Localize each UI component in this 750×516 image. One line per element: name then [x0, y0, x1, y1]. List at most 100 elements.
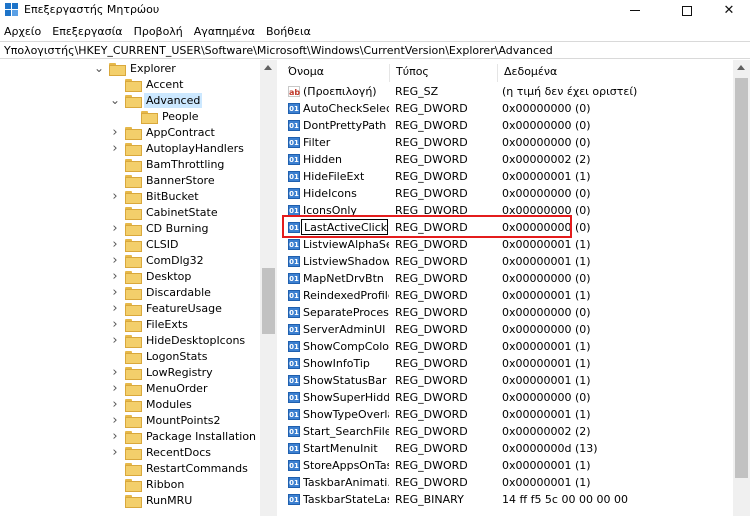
chevron-down-icon[interactable]: ⌄ [110, 92, 120, 108]
tree-item[interactable]: LogonStats [110, 348, 209, 364]
value-name: ShowInfoTip [303, 357, 370, 370]
tree-item[interactable]: › LowRegistry [110, 364, 215, 380]
menu-favorites[interactable]: Αγαπημένα [190, 22, 260, 41]
address-bar[interactable]: Υπολογιστής\HKEY_CURRENT_USER\Software\M… [0, 41, 750, 59]
menu-file[interactable]: Αρχείο [0, 22, 46, 41]
minimize-button[interactable] [612, 0, 658, 21]
tree-item-label: ComDlg32 [146, 253, 204, 267]
tree-item[interactable]: › ComDlg32 [110, 252, 206, 268]
tree-item[interactable]: BannerStore [110, 172, 217, 188]
chevron-down-icon[interactable]: ⌄ [94, 60, 104, 76]
value-data: 0x0000000d (13) [502, 442, 598, 455]
value-row[interactable]: 01 HideFileExt REG_DWORD 0x00000001 (1) [282, 168, 750, 185]
tree-scrollbar-thumb[interactable] [262, 268, 275, 334]
value-row[interactable]: 01 ShowCompColor REG_DWORD 0x00000001 (1) [282, 338, 750, 355]
value-row[interactable]: ab (Προεπιλογή) REG_SZ (η τιμή δεν έχει ορι… [282, 83, 750, 100]
tree-item[interactable]: CabinetState [110, 204, 220, 220]
menu-edit[interactable]: Επεξεργασία [48, 22, 127, 41]
chevron-right-icon[interactable]: › [110, 412, 120, 428]
tree-item[interactable]: › Discardable [110, 284, 213, 300]
chevron-right-icon[interactable]: › [110, 364, 120, 380]
chevron-right-icon[interactable]: › [110, 236, 120, 252]
chevron-right-icon[interactable]: › [110, 284, 120, 300]
value-row[interactable]: 01 AutoCheckSelect REG_DWORD 0x00000000 (0) [282, 100, 750, 117]
tree-item[interactable]: ⌄ Explorer [94, 60, 178, 76]
tree-item[interactable]: › CD Burning [110, 220, 210, 236]
value-row[interactable]: 01 HideIcons REG_DWORD 0x00000000 (0) [282, 185, 750, 202]
tree-item[interactable]: RestartCommands [110, 460, 250, 476]
registry-tree: ⌄ Explorer Accent ⌄ Advanced People › AppContra… [0, 60, 277, 516]
tree-item[interactable]: Accent [110, 76, 185, 92]
value-row[interactable]: 01 ShowStatusBar REG_DWORD 0x00000001 (1) [282, 372, 750, 389]
tree-item[interactable]: › AutoplayHandlers [110, 140, 246, 156]
tree-item[interactable]: › Package Installation [110, 428, 258, 444]
chevron-right-icon[interactable]: › [110, 396, 120, 412]
tree-item[interactable]: People [126, 108, 201, 124]
column-header-name[interactable]: Όνομα [282, 64, 390, 82]
tree-item-label: RecentDocs [146, 445, 211, 459]
tree-item-label: FileExts [146, 317, 188, 331]
chevron-right-icon[interactable]: › [110, 220, 120, 236]
menu-help[interactable]: Βοήθεια [262, 22, 316, 41]
value-row[interactable]: 01StoreAppsOnTas... REG_DWORD 0x00000001 (… [282, 457, 750, 474]
value-row[interactable]: 01 ServerAdminUI REG_DWORD 0x00000000 (0) [282, 321, 750, 338]
tree-item-label: Discardable [146, 285, 211, 299]
chevron-right-icon[interactable]: › [110, 140, 120, 156]
tree-item[interactable]: › CLSID [110, 236, 181, 252]
maximize-button[interactable] [664, 0, 710, 21]
value-row[interactable]: 01 ListviewShadow REG_DWORD 0x00000001 (1) [282, 253, 750, 270]
value-row[interactable]: 01 ShowInfoTip REG_DWORD 0x00000001 (1) [282, 355, 750, 372]
chevron-right-icon[interactable]: › [110, 252, 120, 268]
value-row[interactable]: 01 ReindexedProfile REG_DWORD 0x00000001 (1… [282, 287, 750, 304]
chevron-right-icon[interactable]: › [110, 428, 120, 444]
chevron-right-icon[interactable]: › [110, 316, 120, 332]
chevron-right-icon[interactable]: › [110, 268, 120, 284]
chevron-right-icon[interactable]: › [110, 124, 120, 140]
binary-value-icon: 01 [288, 120, 300, 131]
value-row[interactable]: 01ShowSuperHidd... REG_DWORD 0x00000000 (0… [282, 389, 750, 406]
tree-item[interactable]: › BitBucket [110, 188, 201, 204]
tree-item[interactable]: › AppContract [110, 124, 217, 140]
tree-item[interactable]: › RecentDocs [110, 444, 213, 460]
value-row[interactable]: 01TaskbarStateLast... REG_BINARY 14 ff f5 … [282, 491, 750, 508]
tree-item[interactable]: › MenuOrder [110, 380, 209, 396]
tree-item[interactable]: › FeatureUsage [110, 300, 224, 316]
values-scrollbar[interactable] [733, 60, 750, 516]
chevron-right-icon[interactable]: › [110, 444, 120, 460]
folder-icon [125, 286, 142, 300]
values-scrollbar-thumb[interactable] [735, 78, 748, 478]
chevron-right-icon[interactable]: › [110, 380, 120, 396]
close-button[interactable]: ✕ [706, 0, 750, 21]
tree-item[interactable]: › Modules [110, 396, 194, 412]
value-row[interactable]: 01 StartMenuInit REG_DWORD 0x0000000d (13) [282, 440, 750, 457]
tree-item[interactable]: › FileExts [110, 316, 190, 332]
tree-item[interactable]: RunMRU [110, 492, 194, 508]
scroll-up-arrow-icon[interactable] [264, 65, 272, 70]
tree-item[interactable]: BamThrottling [110, 156, 226, 172]
tree-item[interactable]: ⌄ Advanced [110, 92, 203, 108]
tree-scrollbar[interactable] [260, 60, 277, 516]
value-row[interactable]: 01 SeparateProcess REG_DWORD 0x00000000 (0) [282, 304, 750, 321]
tree-item[interactable]: › MountPoints2 [110, 412, 223, 428]
value-row[interactable]: 01 DontPrettyPath REG_DWORD 0x00000000 (0) [282, 117, 750, 134]
chevron-right-icon[interactable]: › [110, 332, 120, 348]
value-row[interactable]: 01 TaskbarAnimati... REG_DWORD 0x00000001 (… [282, 474, 750, 491]
scroll-up-arrow-icon[interactable] [737, 65, 745, 70]
value-row[interactable]: 01 Start_SearchFiles REG_DWORD 0x00000002 (… [282, 423, 750, 440]
chevron-right-icon[interactable]: › [110, 188, 120, 204]
value-name: ServerAdminUI [303, 323, 386, 336]
tree-item[interactable]: › HideDesktopIcons [110, 332, 247, 348]
value-row[interactable]: 01ListviewAlphaSe... REG_DWORD 0x00000001 … [282, 236, 750, 253]
value-row[interactable]: 01 Filter REG_DWORD 0x00000000 (0) [282, 134, 750, 151]
value-name: AutoCheckSelect [303, 102, 389, 115]
value-row[interactable]: 01 Hidden REG_DWORD 0x00000002 (2) [282, 151, 750, 168]
menu-view[interactable]: Προβολή [130, 22, 188, 41]
chevron-right-icon[interactable]: › [110, 300, 120, 316]
value-row[interactable]: 01 MapNetDrvBtn REG_DWORD 0x00000000 (0) [282, 270, 750, 287]
tree-item[interactable]: Ribbon [110, 476, 186, 492]
tree-item[interactable]: › Desktop [110, 268, 193, 284]
column-header-type[interactable]: Τύπος [390, 64, 498, 82]
column-header-data[interactable]: Δεδομένα [498, 64, 738, 82]
value-row[interactable]: 01ShowTypeOverlay REG_DWORD 0x00000001 (1) [282, 406, 750, 423]
